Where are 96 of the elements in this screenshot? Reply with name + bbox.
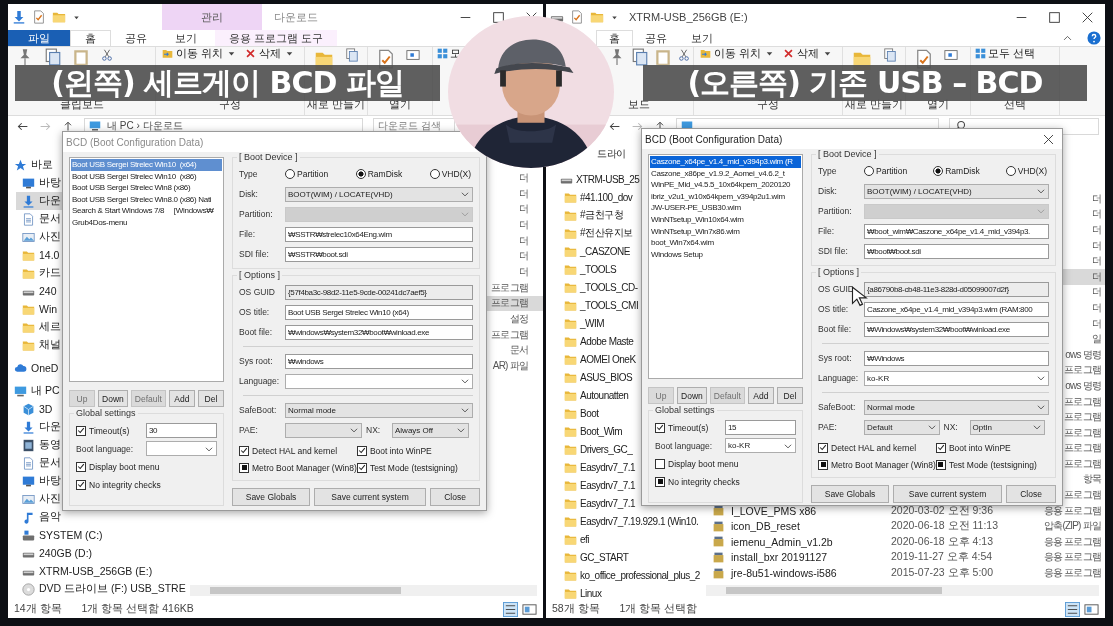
field-label: Language:	[239, 376, 281, 386]
table-cell: 일	[1091, 332, 1101, 347]
ribbon-group-label: 선택	[1003, 98, 1027, 112]
field-label: OS title:	[239, 307, 271, 317]
checkbox-label: Detect HAL and kernel	[252, 445, 338, 456]
field-label: File:	[818, 226, 836, 236]
status-text: 58개 항목	[552, 602, 600, 616]
status-text: 14개 항목	[14, 602, 62, 616]
table-cell-text: 2020-06-18 오전 11:13	[891, 519, 1000, 534]
group-title: [ Options ]	[816, 267, 862, 277]
table-cell: 응용 프로그램	[1043, 566, 1101, 581]
field-label: OS title:	[818, 304, 850, 314]
checkbox-label: Boot into WinPE	[369, 445, 432, 456]
table-cell-text: I_LOVE_PMS x86	[731, 504, 818, 517]
checkbox-label: Timeout(s)	[89, 425, 130, 436]
checkbox-label: Metro Boot Manager (Win8)	[831, 459, 936, 470]
field-label: Partition:	[818, 206, 853, 216]
field-label: Disk:	[239, 189, 259, 199]
checkbox-label: Display boot menu	[89, 461, 160, 472]
group-title: Global settings	[74, 408, 138, 418]
field-label: PAE:	[239, 425, 259, 435]
radio-label: Partition	[876, 166, 908, 176]
radio-label: RamDisk	[945, 166, 980, 176]
ribbon-group-label: 구성	[756, 98, 780, 112]
field-label: NX:	[366, 425, 382, 435]
group-title: [ Options ]	[237, 270, 283, 280]
table-cell-text: 2015-07-23 오후 5:00	[891, 566, 994, 581]
window-title: XTRM-USB_256GB (E:)	[629, 11, 749, 23]
ribbon-group-label: 보드	[627, 98, 651, 112]
field-label: Boot language:	[655, 440, 714, 451]
field-label: Sys root:	[818, 353, 853, 363]
table-cell: 응용 프로그램	[1043, 503, 1101, 518]
ribbon-group-label: 구성	[218, 98, 242, 112]
field-label: PAE:	[818, 422, 838, 432]
ribbon-group-label: 열기	[926, 98, 950, 112]
table-cell-text: install_bxr 20191127	[731, 551, 829, 564]
table-cell: 더	[1091, 269, 1101, 284]
table-cell: 응용 프로그램	[1043, 550, 1101, 565]
window-title: 다운로드	[274, 9, 319, 25]
field-label: Disk:	[818, 186, 838, 196]
table-cell-text: 2019-11-27 오후 4:54	[891, 550, 994, 565]
table-cell: 더	[518, 217, 528, 232]
table-cell: 응용 프로그램	[1043, 534, 1101, 549]
field-label: Boot file:	[818, 324, 853, 334]
checkbox-label: Test Mode (testsigning)	[369, 462, 458, 473]
field-label: SDI file:	[239, 249, 270, 259]
ribbon-group-label: 새로 만들기	[844, 98, 904, 112]
ribbon-group-label: 새로 만들기	[306, 98, 366, 112]
status-text: 1개 항목 선택함 416KB	[81, 602, 194, 616]
caption: (왼쪽) 세르게이 BCD 파일	[15, 65, 440, 101]
table-cell: 문서	[509, 343, 528, 358]
window-title: BCD (Boot Configuration Data)	[66, 136, 204, 148]
field-label: Boot file:	[239, 327, 274, 337]
checkbox-label: Detect HAL and kernel	[831, 442, 917, 453]
status-text: 1개 항목 선택함	[619, 602, 698, 616]
table-cell: 압축(ZIP) 파일	[1044, 519, 1101, 534]
radio-label: Partition	[297, 169, 329, 179]
table-cell-text: jre-8u51-windows-i586	[731, 567, 838, 580]
field-label: File:	[239, 229, 257, 239]
field-label: SafeBoot:	[239, 405, 278, 415]
address-text: 내 PC › 다운로드	[107, 119, 183, 133]
search-placeholder: 다운로드 검색	[378, 119, 441, 133]
window-title: BCD (Boot Configuration Data)	[645, 133, 783, 145]
group-title: [ Boot Device ]	[816, 149, 879, 159]
table-cell: 프로그램	[491, 296, 528, 311]
group-title: Global settings	[653, 405, 717, 415]
field-label: Type	[239, 169, 259, 179]
context-tab-header: 관리	[162, 4, 262, 30]
field-label: Language:	[818, 373, 860, 383]
checkbox-label: Display boot menu	[668, 458, 739, 469]
ribbon-group-label: 열기	[388, 98, 412, 112]
field-label: OS GUID	[239, 287, 276, 297]
table-cell-text: iemenu_Admin_v1.2b	[731, 535, 834, 548]
field-label: Type	[818, 166, 838, 176]
radio-label: RamDisk	[367, 169, 403, 179]
checkbox-label: Timeout(s)	[668, 422, 709, 433]
field-label: SDI file:	[818, 246, 849, 256]
group-title: [ Boot Device ]	[237, 152, 300, 162]
ribbon-group-label: 클립보드	[58, 98, 105, 112]
caption: (오른쪽) 기존 USB – BCD	[643, 65, 1087, 101]
radio-label: VHD(X)	[441, 169, 471, 179]
table-cell-text: 2020-03-02 오전 9:36	[891, 503, 994, 518]
table-cell-text: icon_DB_reset	[731, 520, 801, 533]
radio-label: VHD(X)	[1017, 166, 1047, 176]
checkbox-label: Metro Boot Manager (Win8)	[252, 462, 357, 473]
table-cell-text: 2020-06-18 오후 4:13	[891, 534, 994, 549]
field-label: Boot language:	[76, 443, 135, 454]
field-label: NX:	[943, 422, 959, 432]
table-cell: 더	[1091, 254, 1101, 269]
field-label: Sys root:	[239, 356, 274, 366]
checkbox-label: Test Mode (testsigning)	[948, 459, 1037, 470]
field-label: Partition:	[239, 209, 274, 219]
checkbox-label: No integrity checks	[668, 476, 740, 487]
field-label: SafeBoot:	[818, 402, 857, 412]
checkbox-label: Boot into WinPE	[948, 442, 1011, 453]
checkbox-label: No integrity checks	[89, 479, 161, 490]
